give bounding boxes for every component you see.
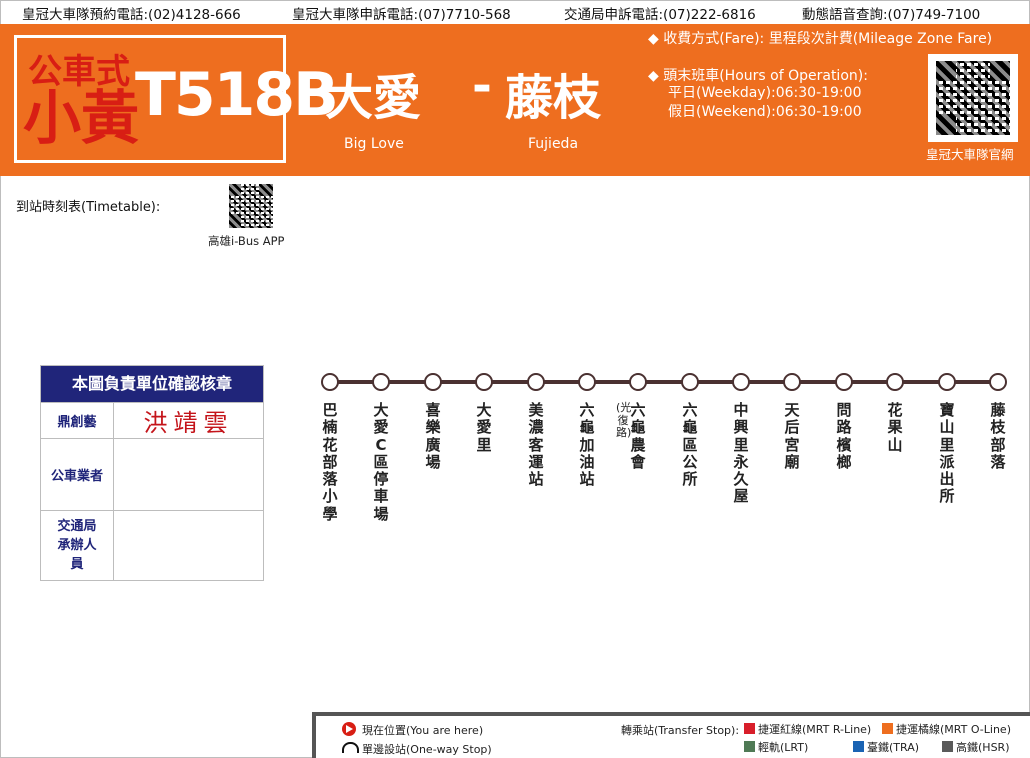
stop-marker[interactable] <box>424 373 442 391</box>
stop-marker[interactable] <box>475 373 493 391</box>
stop-marker[interactable] <box>527 373 545 391</box>
stop-marker[interactable] <box>886 373 904 391</box>
contact-bar: 皇冠大車隊預約電話:(02)4128-666 皇冠大車隊申訴電話:(07)771… <box>0 0 1030 24</box>
approval-table: 本圖負責單位確認核章 鼎創藝 洪靖雲 公車業者 交通局承辦人員 <box>40 365 264 581</box>
booking-phone: 皇冠大車隊預約電話:(02)4128-666 <box>22 7 241 23</box>
qr-code-icon[interactable] <box>229 184 273 228</box>
legend-hsr: 高鐵(HSR) <box>956 741 1010 754</box>
weekend-hours: 假日(Weekend):06:30-19:00 <box>668 104 862 120</box>
mrt-red-swatch <box>744 723 755 734</box>
fare-info: ◆ 收費方式(Fare): 里程段次計費(Mileage Zone Fare) <box>648 31 993 47</box>
approval-title: 本圖負責單位確認核章 <box>41 366 263 402</box>
route-logo: 公車式 小黃 T518B <box>14 35 339 163</box>
transport-phone: 交通局申訴電話:(07)222-6816 <box>564 7 756 23</box>
one-way-stop-icon <box>342 742 359 753</box>
stop-marker[interactable] <box>835 373 853 391</box>
stop-marker[interactable] <box>732 373 750 391</box>
stop-note: (光復路) <box>616 401 632 439</box>
stop-name: 美濃客運站 <box>528 401 544 489</box>
legend-lrt: 輕軌(LRT) <box>758 741 809 754</box>
stop-name: 大愛C區停車場 <box>373 401 389 523</box>
you-are-here-icon <box>342 722 356 736</box>
stop-name: 大愛里 <box>476 401 492 454</box>
approval-signature-box <box>114 510 263 580</box>
destination-english: Fujieda <box>528 136 579 152</box>
ibus-app-label: 高雄i-Bus APP <box>208 234 285 248</box>
stop-marker[interactable] <box>578 373 596 391</box>
approval-stamp: 洪靖雲 <box>114 402 263 438</box>
stop-name: 問路檳榔 <box>836 401 852 471</box>
stop-marker[interactable] <box>938 373 956 391</box>
legend-transfer: 轉乘站(Transfer Stop): <box>621 724 740 737</box>
stop-name: 六龜加油站 <box>579 401 595 489</box>
stop-marker[interactable] <box>681 373 699 391</box>
approval-row-label: 交通局承辦人員 <box>41 510 114 580</box>
route-dash: - <box>472 58 492 114</box>
tra-swatch <box>853 741 864 752</box>
voice-query-phone: 動態語音查詢:(07)749-7100 <box>802 7 981 23</box>
stop-marker[interactable] <box>321 373 339 391</box>
origin-english: Big Love <box>344 136 404 152</box>
destination-name: 藤枝 <box>505 70 602 126</box>
stop-name: 天后宮廟 <box>784 401 800 471</box>
website-qr-label: 皇冠大車隊官網 <box>926 147 1014 162</box>
lrt-swatch <box>744 741 755 752</box>
website-qr[interactable] <box>928 54 1018 142</box>
route-header: 公車式 小黃 T518B 大愛 - 藤枝 Big Love Fujieda ◆ … <box>0 24 1030 176</box>
complaint-phone: 皇冠大車隊申訴電話:(07)7710-568 <box>292 7 511 23</box>
approval-row-label: 公車業者 <box>41 438 114 510</box>
approval-signature-box <box>114 438 263 510</box>
legend-mrt-red: 捷運紅線(MRT R-Line) <box>758 723 872 736</box>
stop-name: 中興里永久屋 <box>733 401 749 506</box>
stop-name: 花果山 <box>887 401 903 454</box>
logo-title: 小黃 <box>23 84 140 152</box>
stop-marker[interactable] <box>629 373 647 391</box>
stop-marker[interactable] <box>372 373 390 391</box>
approval-stamp-text: 洪靖雲 <box>143 409 234 437</box>
legend-oneway: 單邊設站(One-way Stop) <box>362 743 492 756</box>
timetable-label: 到站時刻表(Timetable): <box>16 200 161 215</box>
stop-marker[interactable] <box>783 373 801 391</box>
map-legend: 現在位置(You are here) 單邊設站(One-way Stop) 轉乘… <box>312 712 1030 758</box>
stop-name: 藤枝部落 <box>990 401 1006 471</box>
stop-name: 喜樂廣場 <box>425 401 441 471</box>
stop-name: 六龜區公所 <box>682 401 698 489</box>
stop-name: 巴楠花部落小學 <box>322 401 338 523</box>
origin-name: 大愛 <box>325 70 422 126</box>
stop-name: 寶山里派出所 <box>939 401 955 506</box>
qr-code-icon <box>936 61 1010 135</box>
mrt-orange-swatch <box>882 723 893 734</box>
hsr-swatch <box>942 741 953 752</box>
approval-row-label: 鼎創藝 <box>41 402 114 438</box>
weekday-hours: 平日(Weekday):06:30-19:00 <box>668 85 862 101</box>
route-number: T518B <box>135 60 339 130</box>
stop-name: 六龜農會 <box>630 401 646 471</box>
legend-mrt-orange: 捷運橘線(MRT O-Line) <box>896 723 1011 736</box>
legend-here: 現在位置(You are here) <box>362 724 484 737</box>
legend-tra: 臺鐵(TRA) <box>867 741 920 754</box>
stop-marker[interactable] <box>989 373 1007 391</box>
